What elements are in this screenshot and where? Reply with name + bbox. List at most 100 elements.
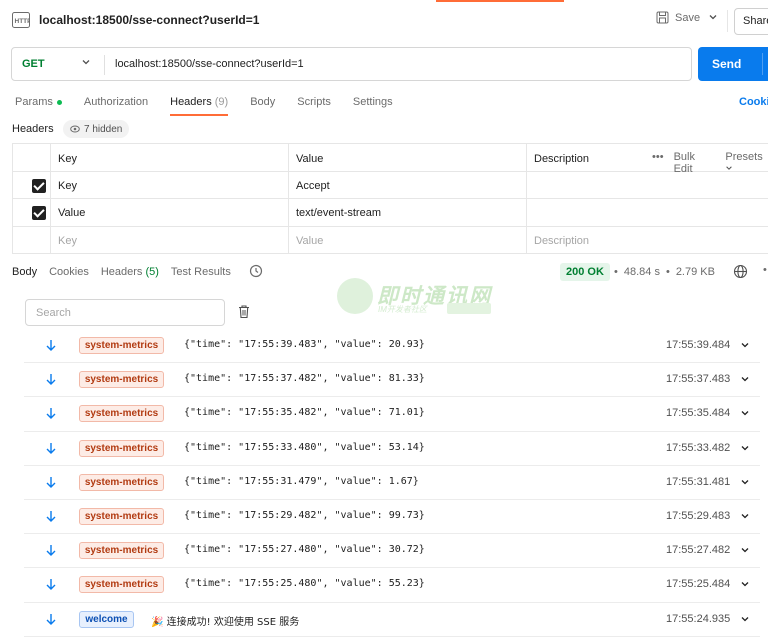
tab-label: Params (15, 96, 53, 108)
cookies-link[interactable]: Cookie (739, 96, 768, 108)
new-key-input[interactable]: Key (50, 226, 288, 253)
chevron-down-icon[interactable] (740, 340, 750, 350)
event-data: {"time": "17:55:25.480", "value": 55.23} (184, 578, 425, 590)
list-item[interactable]: system-metrics {"time": "17:55:31.479", … (24, 466, 760, 500)
header-enabled-checkbox[interactable] (32, 178, 46, 193)
tab-test-results[interactable]: Test Results (171, 266, 231, 278)
event-data: {"time": "17:55:27.480", "value": 30.72} (184, 544, 425, 556)
table-row-new: Key Value Description (12, 226, 768, 254)
event-data: {"time": "17:55:35.482", "value": 71.01} (184, 407, 425, 419)
tab-body[interactable]: Body (250, 96, 275, 116)
presets-label: Presets (725, 151, 763, 163)
tab-label: Body (250, 96, 276, 108)
arrow-down-icon (46, 613, 56, 625)
new-description-input[interactable]: Description (526, 226, 768, 253)
eye-icon (70, 125, 80, 133)
list-item[interactable]: system-metrics {"time": "17:55:29.482", … (24, 500, 760, 535)
tab-headers[interactable]: Headers (9) (170, 96, 229, 116)
headers-table: Key Value Description ••• Bulk Edit Pres… (12, 143, 768, 254)
event-timestamp: 17:55:29.483 (666, 509, 731, 522)
event-type-badge: system-metrics (79, 473, 164, 491)
arrow-down-icon (46, 545, 56, 557)
chevron-down-icon[interactable] (740, 443, 750, 453)
tab-authorization[interactable]: Authorization (84, 96, 148, 116)
header-key[interactable]: Value (50, 199, 288, 226)
arrow-down-icon (46, 374, 56, 386)
meta-separator: • (614, 266, 618, 278)
chevron-down-icon[interactable] (740, 408, 750, 418)
tab-response-body[interactable]: Body (12, 266, 37, 278)
event-data: {"time": "17:55:31.479", "value": 1.67} (184, 475, 419, 487)
header-description[interactable] (526, 171, 768, 198)
list-item[interactable]: system-metrics {"time": "17:55:35.482", … (24, 397, 760, 432)
response-tabs: Body Cookies Headers (5) Test Results (12, 266, 243, 278)
more-options-icon[interactable]: • (763, 264, 767, 276)
tab-count: (9) (214, 96, 229, 108)
arrow-down-icon (46, 579, 56, 591)
watermark-logo (337, 278, 373, 314)
new-value-input[interactable]: Value (288, 226, 526, 253)
table-header-row: Key Value Description ••• Bulk Edit Pres… (12, 144, 768, 175)
chevron-down-icon[interactable] (740, 477, 750, 487)
header-enabled-checkbox[interactable] (32, 206, 46, 220)
event-data: {"time": "17:55:29.482", "value": 99.73} (184, 509, 425, 521)
tab-label: Scripts (297, 96, 331, 108)
event-type-badge: system-metrics (79, 337, 164, 354)
history-icon[interactable] (249, 264, 263, 278)
checkbox-cell (12, 199, 50, 226)
save-icon (656, 11, 669, 24)
list-item[interactable]: welcome 🎉 连接成功! 欢迎使用 SSE 服务 17:55:24.935 (24, 603, 760, 637)
tab-count: (5) (145, 266, 159, 278)
list-item[interactable]: system-metrics {"time": "17:55:37.482", … (24, 363, 760, 398)
send-button[interactable]: Send (698, 47, 768, 81)
arrow-down-icon (46, 442, 56, 454)
svg-text:HTTP: HTTP (15, 18, 31, 25)
url-bar: GET localhost:18500/sse-connect?userId=1 (11, 47, 692, 81)
header-key[interactable]: Key (50, 171, 288, 198)
tab-label: Headers (170, 96, 212, 108)
tab-response-cookies[interactable]: Cookies (49, 266, 89, 278)
hidden-headers-toggle[interactable]: 7 hidden (63, 120, 130, 138)
table-row: Key Accept (12, 171, 768, 199)
response-size[interactable]: 2.79 KB (676, 266, 715, 278)
tab-response-headers[interactable]: Headers (5) (101, 266, 159, 278)
checkbox-cell (12, 171, 50, 198)
trash-icon[interactable] (237, 304, 251, 319)
header-description[interactable] (526, 199, 768, 226)
share-button[interactable]: Share (734, 8, 768, 35)
tab-label: Settings (352, 96, 393, 108)
chevron-down-icon[interactable] (740, 614, 750, 624)
event-data: {"time": "17:55:37.482", "value": 81.33} (184, 373, 425, 385)
watermark-subtitle: IM开发者社区 (378, 305, 427, 314)
globe-icon[interactable] (733, 264, 748, 279)
chevron-down-icon[interactable] (81, 57, 91, 67)
list-item[interactable]: system-metrics {"time": "17:55:25.480", … (24, 568, 760, 603)
column-value: Value (288, 144, 526, 171)
tab-settings[interactable]: Settings (353, 96, 393, 116)
event-data: {"time": "17:55:33.480", "value": 53.14} (184, 441, 425, 453)
hidden-count: 7 hidden (84, 123, 123, 135)
tab-params[interactable]: Params (15, 96, 62, 116)
checkbox-cell (12, 226, 50, 253)
url-input[interactable]: localhost:18500/sse-connect?userId=1 (115, 58, 304, 70)
tab-scripts[interactable]: Scripts (297, 96, 331, 116)
chevron-down-icon[interactable] (708, 12, 718, 22)
header-value[interactable]: text/event-stream (288, 199, 526, 226)
header-value[interactable]: Accept (288, 171, 526, 198)
event-timestamp: 17:55:27.482 (666, 544, 731, 557)
save-button[interactable]: Save (656, 11, 700, 24)
chevron-down-icon[interactable] (740, 545, 750, 555)
list-item[interactable]: system-metrics {"time": "17:55:39.483", … (24, 329, 760, 364)
method-select[interactable]: GET (22, 58, 45, 70)
chevron-down-icon[interactable] (740, 374, 750, 384)
request-title: localhost:18500/sse-connect?userId=1 (39, 13, 260, 27)
response-time[interactable]: 48.84 s (624, 266, 660, 278)
list-item[interactable]: system-metrics {"time": "17:55:27.480", … (24, 534, 760, 569)
event-type-badge: system-metrics (79, 371, 164, 389)
chevron-down-icon[interactable] (740, 511, 750, 521)
event-timestamp: 17:55:35.484 (666, 407, 731, 420)
event-type-badge: welcome (79, 610, 134, 628)
list-item[interactable]: system-metrics {"time": "17:55:33.480", … (24, 432, 760, 466)
chevron-down-icon[interactable] (740, 579, 750, 589)
search-input[interactable]: Search (25, 299, 225, 326)
